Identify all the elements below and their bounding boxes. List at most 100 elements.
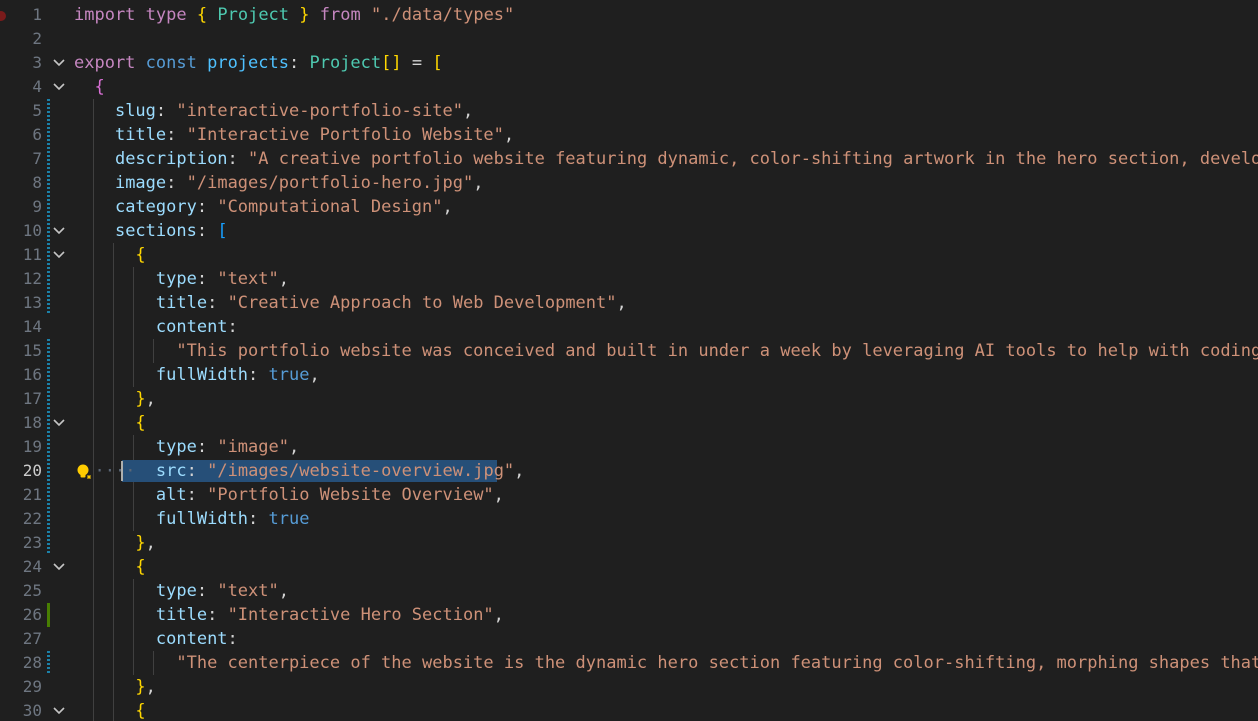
code-text[interactable]: sections: [ <box>74 219 228 243</box>
code-editor[interactable]: 1 import type { Project } from "./data/ty… <box>0 0 1258 721</box>
code-token: , <box>616 293 627 313</box>
modified-line-marker[interactable] <box>47 411 50 435</box>
code-token: "Interactive Portfolio Website" <box>186 125 504 145</box>
code-line[interactable]: 6 title: "Interactive Portfolio Website"… <box>0 123 1258 147</box>
code-text[interactable]: title: "Creative Approach to Web Develop… <box>74 291 627 315</box>
code-text[interactable]: }, <box>74 675 156 699</box>
modified-line-marker[interactable] <box>47 651 50 675</box>
modified-line-marker[interactable] <box>47 339 50 363</box>
code-text[interactable]: fullWidth: true, <box>74 363 320 387</box>
code-line[interactable]: 20 ···· src: "/images/website-overview.j… <box>0 459 1258 483</box>
code-text[interactable]: type: "text", <box>74 579 289 603</box>
code-line[interactable]: 26 title: "Interactive Hero Section", <box>0 603 1258 627</box>
modified-line-marker[interactable] <box>47 171 50 195</box>
code-line[interactable]: 1 import type { Project } from "./data/ty… <box>0 3 1258 27</box>
code-line[interactable]: 13 title: "Creative Approach to Web Deve… <box>0 291 1258 315</box>
code-token: "A creative portfolio website featuring … <box>248 149 1258 169</box>
modified-line-marker[interactable] <box>47 291 50 315</box>
code-text[interactable]: }, <box>74 531 156 555</box>
added-line-marker[interactable] <box>47 603 50 627</box>
code-text[interactable]: category: "Computational Design", <box>74 195 453 219</box>
code-line[interactable]: 15 "This portfolio website was conceived… <box>0 339 1258 363</box>
code-text[interactable]: fullWidth: true <box>74 507 310 531</box>
code-text[interactable]: import type { Project } from "./data/typ… <box>74 3 514 27</box>
code-line[interactable]: 19 type: "image", <box>0 435 1258 459</box>
modified-line-marker[interactable] <box>47 219 50 243</box>
code-line[interactable]: 23 }, <box>0 531 1258 555</box>
code-line[interactable]: 29 }, <box>0 675 1258 699</box>
code-line[interactable]: 4 { <box>0 75 1258 99</box>
code-text[interactable]: "The centerpiece of the website is the d… <box>74 651 1258 675</box>
modified-line-marker[interactable] <box>47 435 50 459</box>
code-token: alt <box>155 485 187 505</box>
code-line[interactable]: 27 content: <box>0 627 1258 651</box>
chevron-down-icon[interactable] <box>52 561 66 573</box>
code-text[interactable]: title: "Interactive Hero Section", <box>74 603 504 627</box>
code-text[interactable]: type: "text", <box>74 267 289 291</box>
code-token: } <box>299 5 310 25</box>
code-line[interactable]: 3 export const projects: Project[] = [ <box>0 51 1258 75</box>
code-text[interactable]: alt: "Portfolio Website Overview", <box>74 483 504 507</box>
code-text[interactable]: description: "A creative portfolio websi… <box>74 147 1258 171</box>
chevron-down-icon[interactable] <box>52 81 66 93</box>
code-line[interactable]: 17 }, <box>0 387 1258 411</box>
code-line[interactable]: 10 sections: [ <box>0 219 1258 243</box>
code-line[interactable]: 5 slug: "interactive-portfolio-site", <box>0 99 1258 123</box>
code-line[interactable]: 21 alt: "Portfolio Website Overview", <box>0 483 1258 507</box>
modified-line-marker[interactable] <box>47 243 50 267</box>
code-text[interactable]: slug: "interactive-portfolio-site", <box>74 99 473 123</box>
modified-line-marker[interactable] <box>47 147 50 171</box>
modified-line-marker[interactable] <box>47 99 50 123</box>
code-text[interactable]: content: <box>74 315 238 339</box>
modified-line-marker[interactable] <box>47 507 50 531</box>
modified-line-marker[interactable] <box>47 195 50 219</box>
line-number: 6 <box>32 125 42 144</box>
chevron-down-icon[interactable] <box>52 57 66 69</box>
line-number: 1 <box>32 5 42 24</box>
code-line[interactable]: 18 { <box>0 411 1258 435</box>
chevron-down-icon[interactable] <box>52 249 66 261</box>
code-text[interactable]: }, <box>74 387 156 411</box>
modified-line-marker[interactable] <box>47 531 50 555</box>
code-text[interactable]: title: "Interactive Portfolio Website", <box>74 123 514 147</box>
code-text[interactable]: ···· src: "/images/website-overview.jpg"… <box>74 459 524 483</box>
code-line[interactable]: 14 content: <box>0 315 1258 339</box>
code-line[interactable]: 2 <box>0 27 1258 51</box>
code-line[interactable]: 7 description: "A creative portfolio web… <box>0 147 1258 171</box>
code-text[interactable]: content: <box>74 627 238 651</box>
code-text[interactable]: type: "image", <box>74 435 299 459</box>
modified-line-marker[interactable] <box>47 387 50 411</box>
code-line[interactable]: 8 image: "/images/portfolio-hero.jpg", <box>0 171 1258 195</box>
chevron-down-icon[interactable] <box>52 225 66 237</box>
chevron-down-icon[interactable] <box>52 705 66 717</box>
code-line[interactable]: 25 type: "text", <box>0 579 1258 603</box>
code-token: "Portfolio Website Overview" <box>207 485 494 505</box>
code-text[interactable]: export const projects: Project[] = [ <box>74 51 443 75</box>
code-line[interactable]: 12 type: "text", <box>0 267 1258 291</box>
code-line[interactable]: 11 { <box>0 243 1258 267</box>
code-text[interactable]: { <box>74 411 145 435</box>
code-text[interactable]: { <box>74 243 145 267</box>
code-line[interactable]: 30 { <box>0 699 1258 721</box>
modified-line-marker[interactable] <box>47 459 50 483</box>
modified-line-marker[interactable] <box>47 123 50 147</box>
code-token: title <box>155 605 208 625</box>
code-text[interactable]: image: "/images/portfolio-hero.jpg", <box>74 171 484 195</box>
chevron-down-icon[interactable] <box>52 417 66 429</box>
modified-line-marker[interactable] <box>47 483 50 507</box>
code-line[interactable]: 9 category: "Computational Design", <box>0 195 1258 219</box>
code-text[interactable]: { <box>74 555 145 579</box>
code-line[interactable]: 28 "The centerpiece of the website is th… <box>0 651 1258 675</box>
code-text[interactable]: { <box>74 75 104 99</box>
code-line[interactable]: 16 fullWidth: true, <box>0 363 1258 387</box>
code-text[interactable]: "This portfolio website was conceived an… <box>74 339 1258 363</box>
code-line[interactable]: 22 fullWidth: true <box>0 507 1258 531</box>
code-token: : <box>248 509 269 529</box>
modified-line-marker[interactable] <box>47 363 50 387</box>
code-line[interactable]: 24 { <box>0 555 1258 579</box>
code-text[interactable]: { <box>74 699 145 721</box>
modified-line-marker[interactable] <box>47 267 50 291</box>
